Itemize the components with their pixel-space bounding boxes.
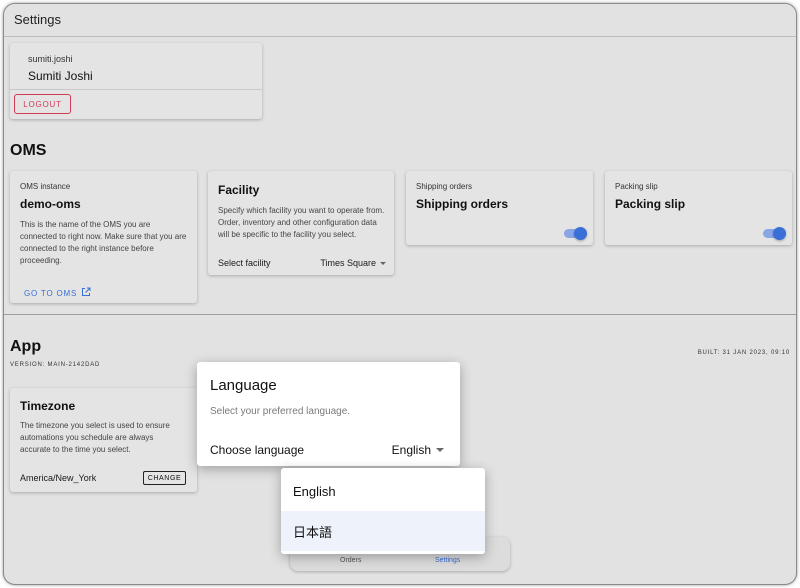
shipping-orders-card: Shipping orders Shipping orders [406,171,593,245]
language-selected-value: English [391,443,431,457]
oms-section-title: OMS [10,142,47,159]
language-select[interactable]: English [392,443,444,457]
app-build-date: BUILT: 31 JAN 2023, 09:10 [697,350,790,356]
facility-description: Specify which facility you want to opera… [218,206,385,239]
language-popover-subtitle: Select your preferred language. [210,406,351,417]
chevron-down-icon [436,448,444,452]
change-timezone-button[interactable]: CHANGE [143,471,186,485]
chevron-down-icon [380,261,386,265]
oms-instance-label: OMS instance [20,182,71,191]
app-window: Settings sumiti.joshi Sumiti Joshi LOGOU… [3,3,797,585]
app-section-title: App [10,338,42,355]
shipping-orders-title: Shipping orders [416,197,509,211]
oms-instance-card: OMS instance demo-oms This is the name o… [10,171,197,303]
shipping-orders-toggle[interactable] [564,227,587,240]
timezone-card: Timezone The timezone you select is used… [10,388,197,492]
header-bar: Settings [4,4,796,37]
facility-title: Facility [218,183,260,197]
select-facility-label: Select facility [218,258,271,268]
timezone-title: Timezone [20,399,76,413]
language-popover: Language Select your preferred language.… [197,362,460,466]
timezone-value: America/New_York [20,473,97,483]
oms-instance-description: This is the name of the OMS you are conn… [20,220,187,265]
section-divider [4,314,796,315]
packing-slip-title: Packing slip [615,197,686,211]
language-popover-title: Language [210,377,277,394]
go-to-oms-link[interactable]: GO TO OMS [24,284,91,302]
toggle-knob [773,227,786,240]
language-option-japanese[interactable]: 日本語 [281,511,485,551]
go-to-oms-label: GO TO OMS [24,288,78,298]
packing-slip-label: Packing slip [615,182,658,191]
toggle-knob [574,227,587,240]
shipping-orders-label: Shipping orders [416,182,473,191]
user-card: sumiti.joshi Sumiti Joshi LOGOUT [10,43,262,119]
user-full-name: Sumiti Joshi [28,69,93,83]
facility-selected-value: Times Square [320,258,376,268]
choose-language-label: Choose language [210,443,305,457]
oms-instance-name: demo-oms [20,197,81,211]
nav-item-orders[interactable]: Orders [340,557,361,564]
app-version: VERSION: MAIN-2142DAD [10,362,101,368]
timezone-description: The timezone you select is used to ensur… [20,421,170,454]
packing-slip-card: Packing slip Packing slip [605,171,792,245]
page-title: Settings [14,12,61,27]
packing-slip-toggle[interactable] [763,227,786,240]
divider [10,89,262,90]
logout-button[interactable]: LOGOUT [14,94,71,114]
facility-select[interactable]: Times Square [320,258,386,268]
language-dropdown: English 日本語 [281,468,485,554]
username: sumiti.joshi [28,54,73,64]
nav-item-settings[interactable]: Settings [435,557,460,564]
language-option-english[interactable]: English [281,471,485,511]
facility-card: Facility Specify which facility you want… [208,171,394,275]
external-link-icon [81,284,91,302]
